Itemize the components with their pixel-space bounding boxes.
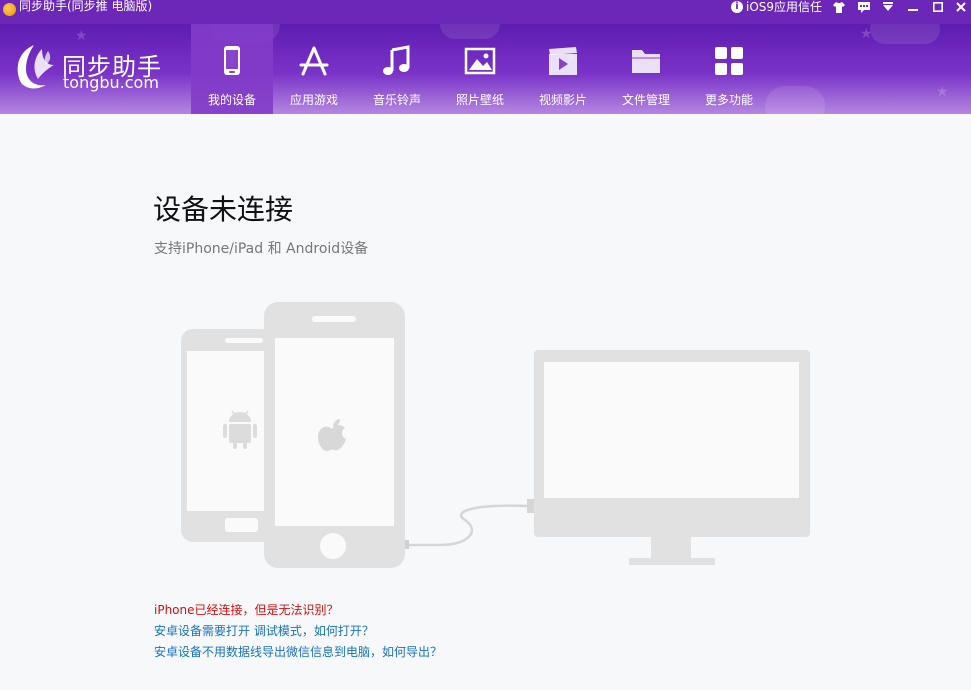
- computer-monitor-illustration: [534, 350, 810, 565]
- device-connection-illustration: [181, 302, 810, 568]
- help-link-iphone-not-recognized[interactable]: iPhone已经连接，但是无法识别？: [154, 601, 339, 618]
- usb-cable-illustration: [405, 499, 534, 549]
- help-link-android-debug-mode[interactable]: 安卓设备需要打开 调试模式，如何打开？: [154, 622, 374, 639]
- help-link-export-wechat[interactable]: 安卓设备不用数据线导出微信信息到电脑，如何导出？: [154, 643, 442, 660]
